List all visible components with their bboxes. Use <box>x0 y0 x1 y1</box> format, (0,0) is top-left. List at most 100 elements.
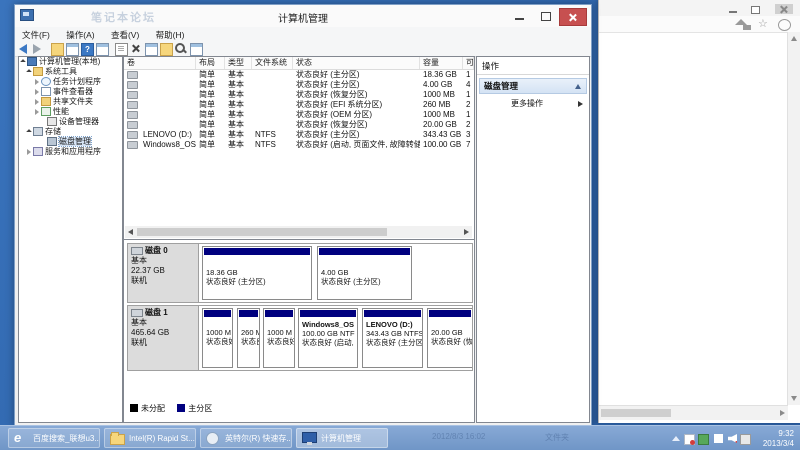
ie-vertical-scrollbar[interactable] <box>787 32 800 405</box>
table-row[interactable]: 简单基本状态良好 (主分区)4.00 GB4 <box>124 80 474 90</box>
collapsed-icon[interactable] <box>35 79 39 85</box>
home-icon[interactable] <box>735 19 747 25</box>
taskbar[interactable]: 2012/8/3 16:02 文件夹 e 百度搜索_联想u3... Intel(… <box>0 425 800 450</box>
action-center-icon[interactable] <box>684 434 695 445</box>
tree-item-task-scheduler[interactable]: 任务计划程序 <box>19 77 122 87</box>
partition-block[interactable]: 20.00 GB 状态良好 (恢 <box>427 308 472 368</box>
scrollbar-thumb[interactable] <box>137 228 387 236</box>
header-type[interactable]: 类型 <box>225 57 252 69</box>
disk-1-row[interactable]: 磁盘 1 基本 465.64 GB 联机 1000 M 状态良好 260 M <box>127 305 473 371</box>
touch-keyboard-icon[interactable] <box>740 434 751 445</box>
tree-item-performance[interactable]: 性能 <box>19 107 122 117</box>
menu-action[interactable]: 操作(A) <box>59 27 101 41</box>
back-icon[interactable] <box>19 44 27 54</box>
minimize-button[interactable] <box>507 8 533 24</box>
scroll-up-icon[interactable] <box>791 36 797 41</box>
close-button[interactable] <box>559 8 587 26</box>
table-row[interactable]: 简单基本状态良好 (OEM 分区)1000 MB1 <box>124 110 474 120</box>
disk-0-row[interactable]: 磁盘 0 基本 22.37 GB 联机 18.36 GB 状态良好 (主分区) … <box>127 243 473 303</box>
header-filesystem[interactable]: 文件系统 <box>252 57 293 69</box>
favorites-star-icon[interactable]: ☆ <box>758 19 769 29</box>
collapsed-icon[interactable] <box>35 109 39 115</box>
taskbar-button-computer-management[interactable]: 计算机管理 <box>296 428 388 448</box>
partition-block[interactable]: LENOVO (D:) 343.43 GB NTFS 状态良好 (主分区) <box>362 308 423 368</box>
tray-clock[interactable]: 9:32 2013/3/4 <box>763 429 794 449</box>
table-row[interactable]: Windows8_OS (C:)简单基本NTFS状态良好 (启动, 页面文件, … <box>124 140 474 150</box>
menu-view[interactable]: 查看(V) <box>104 27 146 41</box>
partition-block[interactable]: 4.00 GB 状态良好 (主分区) <box>317 246 412 300</box>
scroll-down-icon[interactable] <box>791 396 797 401</box>
ie-titlebar[interactable] <box>599 0 800 16</box>
header-capacity[interactable]: 容量 <box>420 57 463 69</box>
volume-table-header[interactable]: 卷 布局 类型 文件系统 状态 容量 可 <box>124 57 474 70</box>
taskbar-button-intel-rapid-folder[interactable]: Intel(R) Rapid St... <box>104 428 196 448</box>
settings-gear-icon[interactable] <box>778 19 791 31</box>
properties-icon[interactable] <box>145 43 158 56</box>
partition-block[interactable]: 1000 M 状态良好 <box>263 308 295 368</box>
ie-window[interactable]: ☆ <box>598 0 800 423</box>
collapsed-icon[interactable] <box>35 99 39 105</box>
expanded-icon[interactable] <box>26 69 32 75</box>
scroll-left-icon[interactable] <box>128 229 133 235</box>
delete-icon[interactable] <box>130 43 141 54</box>
menu-help[interactable]: 帮助(H) <box>149 27 192 41</box>
scroll-right-icon[interactable] <box>780 410 785 416</box>
taskbar-button-ie[interactable]: e 百度搜索_联想u3... <box>8 428 100 448</box>
help-icon[interactable]: ? <box>81 43 94 56</box>
tree-item-device-manager[interactable]: 设备管理器 <box>19 117 122 127</box>
tree-item-computer-management[interactable]: 计算机管理(本地) <box>19 57 122 67</box>
disk-management-action-group[interactable]: 磁盘管理 <box>479 78 587 94</box>
titlebar[interactable]: 笔记本论坛 计算机管理 <box>15 5 591 28</box>
expanded-icon[interactable] <box>26 129 32 135</box>
scroll-right-icon[interactable] <box>464 229 469 235</box>
tree-item-system-tools[interactable]: 系统工具 <box>19 67 122 77</box>
network-icon[interactable] <box>714 434 723 443</box>
partition-block[interactable]: 18.36 GB 状态良好 (主分区) <box>202 246 312 300</box>
collapse-icon[interactable] <box>575 84 581 89</box>
more-actions-item[interactable]: 更多操作 <box>477 98 589 110</box>
header-free-space[interactable]: 可 <box>463 57 474 69</box>
header-status[interactable]: 状态 <box>293 57 420 69</box>
forward-icon[interactable] <box>33 44 41 54</box>
maximize-button[interactable] <box>533 8 559 24</box>
collapsed-icon[interactable] <box>27 149 31 155</box>
export-list-icon[interactable] <box>115 43 128 56</box>
collapsed-icon[interactable] <box>35 89 39 95</box>
header-layout[interactable]: 布局 <box>196 57 225 69</box>
partition-block[interactable]: 1000 M 状态良好 <box>202 308 233 368</box>
table-row[interactable]: 简单基本状态良好 (恢复分区)20.00 GB2 <box>124 120 474 130</box>
computer-management-window[interactable]: 笔记本论坛 计算机管理 文件(F) 操作(A) 查看(V) 帮助(H) ? <box>14 4 592 426</box>
volume-list-horizontal-scrollbar[interactable] <box>125 226 472 238</box>
taskbar-button-intel-rst[interactable]: 英特尔(R) 快速存... <box>200 428 292 448</box>
up-one-level-icon[interactable] <box>51 43 64 56</box>
ie-horizontal-scrollbar[interactable] <box>599 405 788 420</box>
utility-tray-icon[interactable] <box>698 434 709 445</box>
header-volume[interactable]: 卷 <box>124 57 196 69</box>
ie-restore-button[interactable] <box>747 4 765 14</box>
table-row[interactable]: 简单基本状态良好 (恢复分区)1000 MB1 <box>124 90 474 100</box>
tree-item-event-viewer[interactable]: 事件查看器 <box>19 87 122 97</box>
scrollbar-thumb[interactable] <box>601 409 671 417</box>
ie-close-button[interactable] <box>775 4 793 14</box>
disk-1-label[interactable]: 磁盘 1 基本 465.64 GB 联机 <box>128 306 199 370</box>
show-hide-action-pane-icon[interactable] <box>96 43 109 56</box>
disk-0-label[interactable]: 磁盘 0 基本 22.37 GB 联机 <box>128 244 199 302</box>
volume-icon[interactable] <box>728 434 737 443</box>
show-hidden-icons-icon[interactable] <box>672 436 680 441</box>
tree-item-shared-folders[interactable]: 共享文件夹 <box>19 97 122 107</box>
tree-item-services-and-applications[interactable]: 服务和应用程序 <box>19 147 122 157</box>
partition-block[interactable]: Windows8_OS 100.00 GB NTF 状态良好 (启动, <box>298 308 358 368</box>
partition-block[interactable]: 260 M 状态良 <box>237 308 260 368</box>
table-row[interactable]: 简单基本状态良好 (EFI 系统分区)260 MB2 <box>124 100 474 110</box>
open-folder-icon[interactable] <box>160 43 173 56</box>
expanded-icon[interactable] <box>20 59 26 65</box>
tree-item-storage[interactable]: 存储 <box>19 127 122 137</box>
ie-minimize-button[interactable] <box>725 4 743 14</box>
menu-file[interactable]: 文件(F) <box>15 27 57 41</box>
show-hide-console-tree-icon[interactable] <box>66 43 79 56</box>
table-row[interactable]: LENOVO (D:)简单基本NTFS状态良好 (主分区)343.43 GB3 <box>124 130 474 140</box>
tree-item-disk-management[interactable]: 磁盘管理 <box>19 137 122 147</box>
snap-in-icon[interactable] <box>190 43 203 56</box>
find-icon[interactable] <box>175 43 185 53</box>
table-row[interactable]: 简单基本状态良好 (主分区)18.36 GB1 <box>124 70 474 80</box>
